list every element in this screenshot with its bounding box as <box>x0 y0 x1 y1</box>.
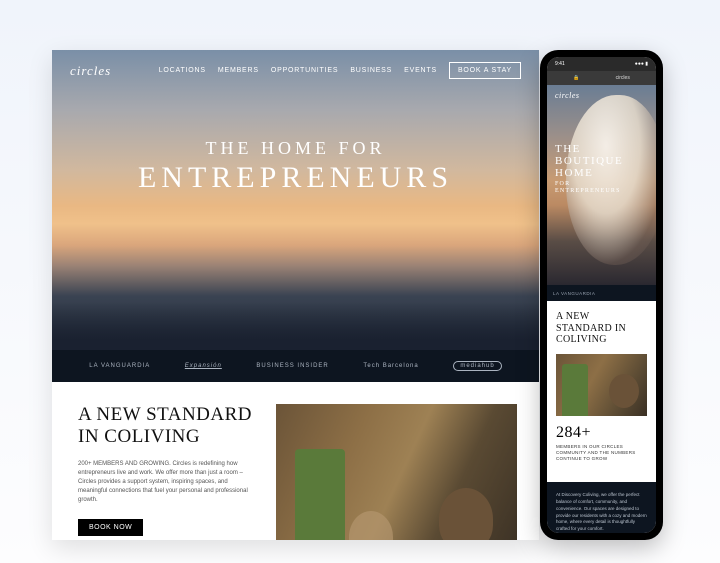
mhero-l1: THE <box>555 143 623 155</box>
mobile-hero-text: THE BOUTIQUE HOME FOR ENTREPRENEURS <box>555 143 623 194</box>
nav-links: LOCATIONS MEMBERS OPPORTUNITIES BUSINESS… <box>159 62 521 79</box>
nav-locations[interactable]: LOCATIONS <box>159 67 206 74</box>
mobile-logo[interactable]: circles <box>547 85 656 106</box>
mhero-l4: FOR <box>555 181 623 188</box>
mobile-dark-section: At Discovery Coliving, we offer the perf… <box>547 482 656 533</box>
press-logo: LA VANGUARDIA <box>89 363 150 369</box>
status-icons: ●●● ▮ <box>635 61 648 67</box>
mobile-press-bar: LA VANGUARDIA <box>547 285 656 301</box>
hero-section: circles LOCATIONS MEMBERS OPPORTUNITIES … <box>52 50 539 350</box>
brand-logo[interactable]: circles <box>70 63 111 79</box>
nav-business[interactable]: BUSINESS <box>350 67 392 74</box>
mhero-l2: BOUTIQUE <box>555 155 623 167</box>
mobile-mockup: 9:41 ●●● ▮ 🔒 circles circles THE BOUTIQU… <box>540 50 663 540</box>
url-bar[interactable]: 🔒 circles <box>547 71 656 85</box>
stat-number: 284+ <box>556 424 647 442</box>
press-logo: BUSINESS INSIDER <box>256 363 328 369</box>
nav-events[interactable]: EVENTS <box>404 67 437 74</box>
nav-members[interactable]: MEMBERS <box>218 67 259 74</box>
desktop-mockup: circles LOCATIONS MEMBERS OPPORTUNITIES … <box>52 50 539 540</box>
book-now-button[interactable]: BOOK NOW <box>78 519 143 536</box>
lock-icon: 🔒 <box>573 75 579 81</box>
section-image <box>276 404 517 540</box>
hero-headline: THE HOME FOR ENTREPRENEURS <box>52 138 539 195</box>
press-logo: Expansión <box>185 363 222 369</box>
press-bar: LA VANGUARDIA Expansión BUSINESS INSIDER… <box>52 350 539 382</box>
section-heading: A NEW STANDARD IN COLIVING <box>78 404 258 448</box>
standard-section: A NEW STANDARD IN COLIVING 200+ MEMBERS … <box>52 382 539 540</box>
press-logo: Tech Barcelona <box>363 363 418 369</box>
hero-line1: THE HOME FOR <box>52 138 539 159</box>
mobile-screen: 9:41 ●●● ▮ 🔒 circles circles THE BOUTIQU… <box>547 57 656 533</box>
section-body: 200+ MEMBERS AND GROWING. Circles is red… <box>78 460 258 505</box>
mobile-heading: A NEW STANDARD IN COLIVING <box>556 311 647 346</box>
nav-opportunities[interactable]: OPPORTUNITIES <box>271 67 338 74</box>
hero-line2: ENTREPRENEURS <box>52 161 539 195</box>
mobile-section-image <box>556 354 647 416</box>
mobile-section: A NEW STANDARD IN COLIVING 284+ MEMBERS … <box>547 301 656 472</box>
press-logo: mediahub <box>453 361 501 371</box>
mhero-l5: ENTREPRENEURS <box>555 188 623 195</box>
url-text: circles <box>616 75 630 81</box>
mobile-hero: circles THE BOUTIQUE HOME FOR ENTREPRENE… <box>547 85 656 285</box>
status-time: 9:41 <box>555 61 565 67</box>
nav-book-button[interactable]: BOOK A STAY <box>449 62 521 79</box>
mhero-l3: HOME <box>555 167 623 179</box>
mobile-dark-body: At Discovery Coliving, we offer the perf… <box>556 492 647 533</box>
top-nav: circles LOCATIONS MEMBERS OPPORTUNITIES … <box>52 50 539 91</box>
status-bar: 9:41 ●●● ▮ <box>547 57 656 71</box>
stat-label: MEMBERS IN OUR CIRCLES COMMUNITY AND THE… <box>556 444 647 463</box>
section-text: A NEW STANDARD IN COLIVING 200+ MEMBERS … <box>78 404 258 540</box>
